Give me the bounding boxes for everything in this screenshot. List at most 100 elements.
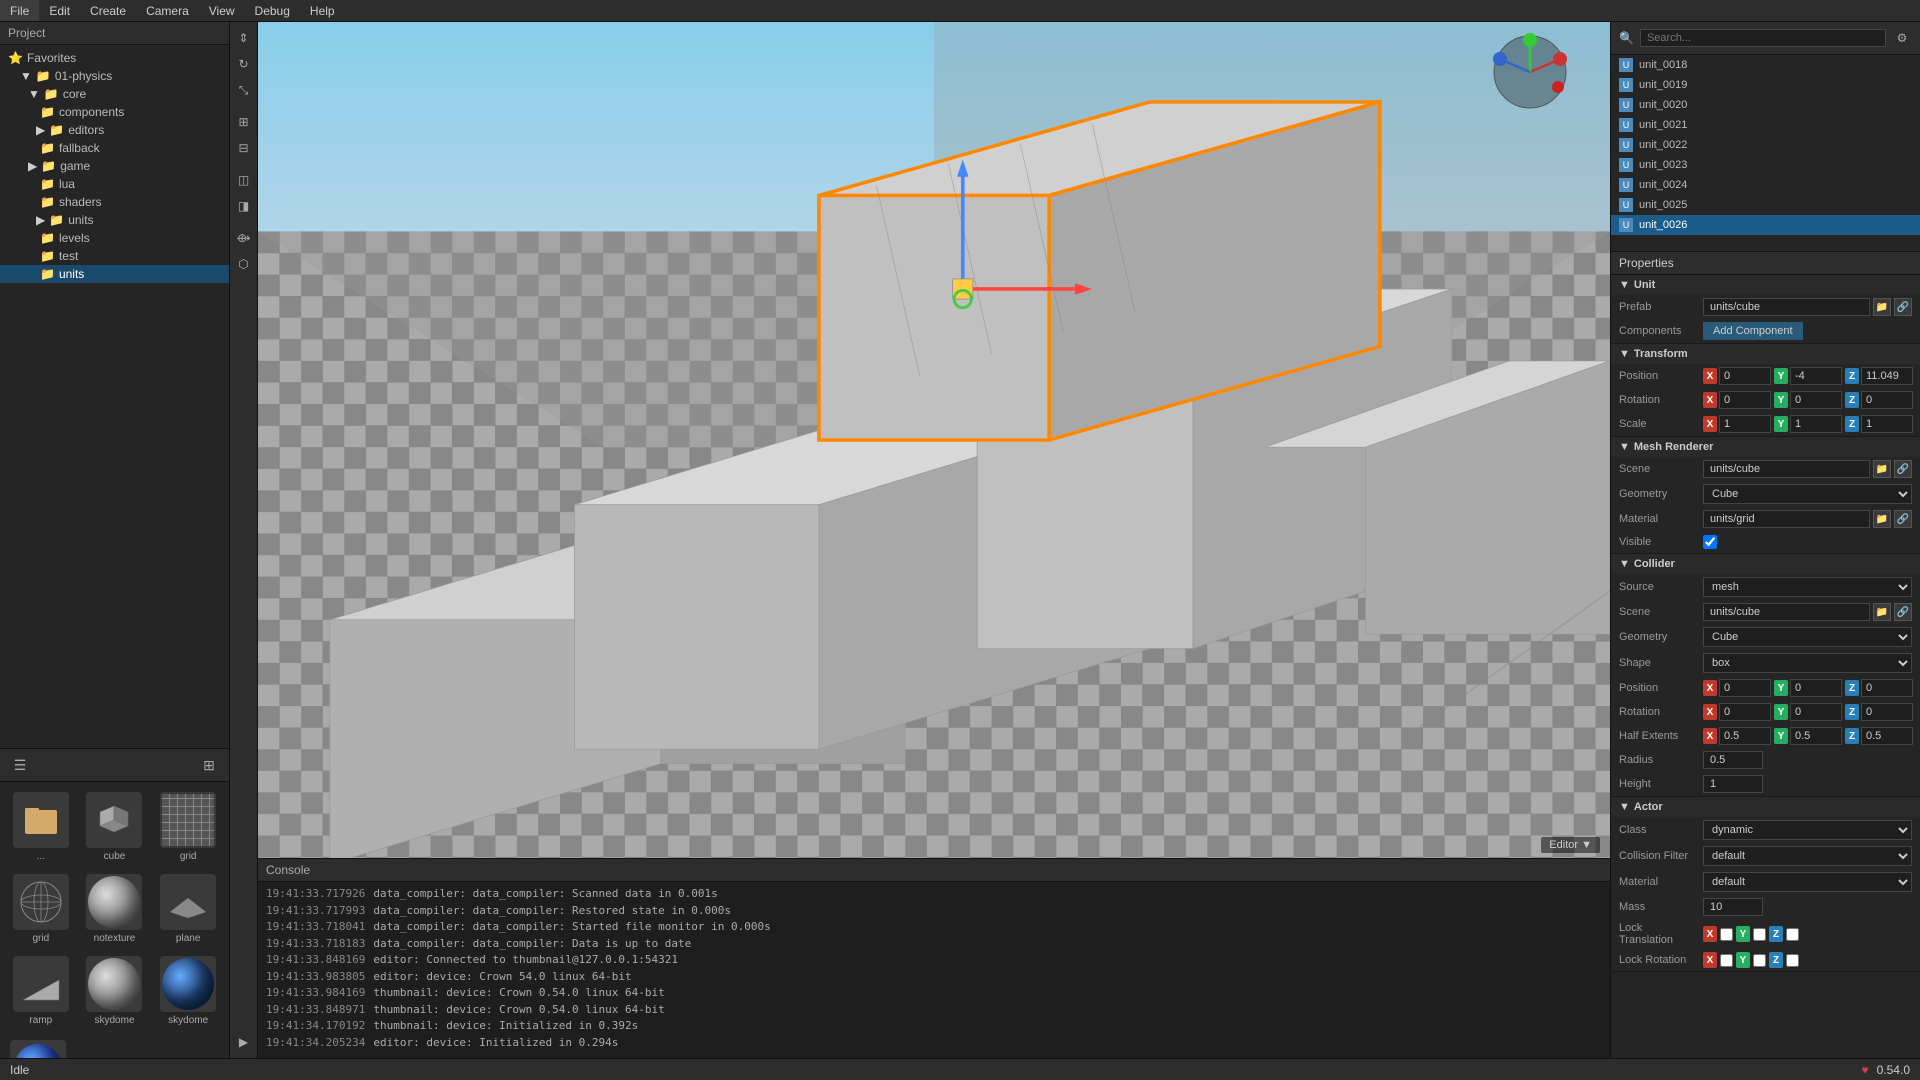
rotation-y-input[interactable] [1790,391,1842,409]
mesh-renderer-header[interactable]: ▼ Mesh Renderer [1611,437,1920,457]
tree-item-levels[interactable]: 📁 levels [0,229,229,247]
console-output[interactable]: 19:41:33.717926 data_compiler: data_comp… [258,882,1610,1058]
he-z-input[interactable] [1861,727,1913,745]
menu-item-create[interactable]: Create [80,0,136,21]
asset-grid-view-btn[interactable]: ⊞ [197,753,221,777]
grid-snap-btn[interactable]: ⊞ [232,110,256,134]
position-y-input[interactable] [1790,367,1842,385]
menu-item-view[interactable]: View [199,0,245,21]
position-z-input[interactable] [1861,367,1913,385]
mesh-scene-link-btn[interactable]: 🔗 [1894,460,1912,478]
collider-scene-link-btn[interactable]: 🔗 [1894,603,1912,621]
collider-scene-folder-btn[interactable]: 📁 [1873,603,1891,621]
lock-rotation-y-cb[interactable] [1753,954,1766,967]
scene-item-unit0021[interactable]: U unit_0021 [1611,115,1920,135]
scale-z-input[interactable] [1861,415,1913,433]
asset-item-sphere[interactable]: sphere [6,1036,70,1058]
collider-shape-select[interactable]: box [1703,653,1912,673]
he-y-input[interactable] [1790,727,1842,745]
lock-rotation-x-cb[interactable] [1720,954,1733,967]
scene-item-unit0020[interactable]: U unit_0020 [1611,95,1920,115]
scene-item-unit0026[interactable]: U unit_0026 [1611,215,1920,235]
scene-search-input[interactable] [1640,29,1886,47]
mesh-material-folder-btn[interactable]: 📁 [1873,510,1891,528]
scale-tool-btn[interactable]: ⤡ [232,78,256,102]
tree-item-shaders[interactable]: 📁 shaders [0,193,229,211]
mesh-geometry-select[interactable]: Cube [1703,484,1912,504]
collider-section-header[interactable]: ▼ Collider [1611,554,1920,574]
collider-scene-input[interactable] [1703,603,1870,621]
tree-item-units-expand[interactable]: ▶ 📁 units [0,211,229,229]
lock-translation-y-cb[interactable] [1753,928,1766,941]
prefab-folder-btn[interactable]: 📁 [1873,298,1891,316]
tree-item-editors[interactable]: ▶ 📁 editors [0,121,229,139]
tree-item-lua[interactable]: 📁 lua [0,175,229,193]
menu-item-debug[interactable]: Debug [245,0,300,21]
grid-settings-btn[interactable]: ⊟ [232,136,256,160]
tree-item-units-selected[interactable]: 📁 units [0,265,229,283]
col-rot-z-input[interactable] [1861,703,1913,721]
tree-item-test[interactable]: 📁 test [0,247,229,265]
prefab-link-btn[interactable]: 🔗 [1894,298,1912,316]
world-space-btn[interactable]: ◨ [232,194,256,218]
rotation-z-input[interactable] [1861,391,1913,409]
tree-item-game[interactable]: ▶ 📁 game [0,157,229,175]
camera-speed-btn[interactable]: ⟴ [232,226,256,250]
scene-item-unit0024[interactable]: U unit_0024 [1611,175,1920,195]
mass-input[interactable] [1703,898,1763,916]
menu-item-help[interactable]: Help [300,0,345,21]
radius-input[interactable] [1703,751,1763,769]
tree-item-01physics[interactable]: ▼ 📁 01-physics [0,67,229,85]
height-input[interactable] [1703,775,1763,793]
actor-section-header[interactable]: ▼ Actor [1611,797,1920,817]
scene-item-unit0019[interactable]: U unit_0019 [1611,75,1920,95]
prefab-input[interactable] [1703,298,1870,316]
viewport[interactable]: Editor ▼ [258,22,1610,858]
collision-filter-select[interactable]: default [1703,846,1912,866]
rotate-tool-btn[interactable]: ↻ [232,52,256,76]
file-tree[interactable]: ⭐ Favorites ▼ 📁 01-physics ▼ 📁 core 📁 [0,45,229,748]
tree-item-favorites[interactable]: ⭐ Favorites [0,49,229,67]
scale-y-input[interactable] [1790,415,1842,433]
lock-rotation-z-cb[interactable] [1786,954,1799,967]
menu-item-file[interactable]: File [0,0,39,21]
lock-translation-x-cb[interactable] [1720,928,1733,941]
scene-item-unit0025[interactable]: U unit_0025 [1611,195,1920,215]
menu-item-edit[interactable]: Edit [39,0,80,21]
lock-translation-z-cb[interactable] [1786,928,1799,941]
scene-item-unit0018[interactable]: U unit_0018 [1611,55,1920,75]
col-rot-x-input[interactable] [1719,703,1771,721]
collider-source-select[interactable]: mesh [1703,577,1912,597]
col-pos-z-input[interactable] [1861,679,1913,697]
position-x-input[interactable] [1719,367,1771,385]
asset-list-view-btn[interactable]: ☰ [8,753,32,777]
asset-item-notexture[interactable]: notexture [80,870,150,948]
col-pos-y-input[interactable] [1790,679,1842,697]
rotation-x-input[interactable] [1719,391,1771,409]
actor-material-select[interactable]: default [1703,872,1912,892]
tree-item-fallback[interactable]: 📁 fallback [0,139,229,157]
asset-item-grid[interactable]: grid [153,788,223,866]
wireframe-btn[interactable]: ⬡ [232,252,256,276]
mesh-material-link-btn[interactable]: 🔗 [1894,510,1912,528]
asset-item-ramp[interactable]: ramp [6,952,76,1030]
viewport-gizmo[interactable] [1490,32,1570,112]
mesh-scene-folder-btn[interactable]: 📁 [1873,460,1891,478]
col-pos-x-input[interactable] [1719,679,1771,697]
transform-section-header[interactable]: ▼ Transform [1611,344,1920,364]
play-btn[interactable]: ▶ [232,1030,256,1054]
asset-item-grid2[interactable]: grid [6,870,76,948]
tree-item-components[interactable]: 📁 components [0,103,229,121]
mesh-visible-checkbox[interactable] [1703,535,1717,549]
asset-item-plane[interactable]: plane [153,870,223,948]
local-space-btn[interactable]: ◫ [232,168,256,192]
unit-section-header[interactable]: ▼ Unit [1611,275,1920,295]
scale-x-input[interactable] [1719,415,1771,433]
asset-item-ellipsis[interactable]: ... [6,788,76,866]
scene-item-unit0023[interactable]: U unit_0023 [1611,155,1920,175]
mesh-scene-input[interactable] [1703,460,1870,478]
scene-item-unit0022[interactable]: U unit_0022 [1611,135,1920,155]
collider-geometry-select[interactable]: Cube [1703,627,1912,647]
asset-item-skydome-blue[interactable]: skydome [153,952,223,1030]
he-x-input[interactable] [1719,727,1771,745]
